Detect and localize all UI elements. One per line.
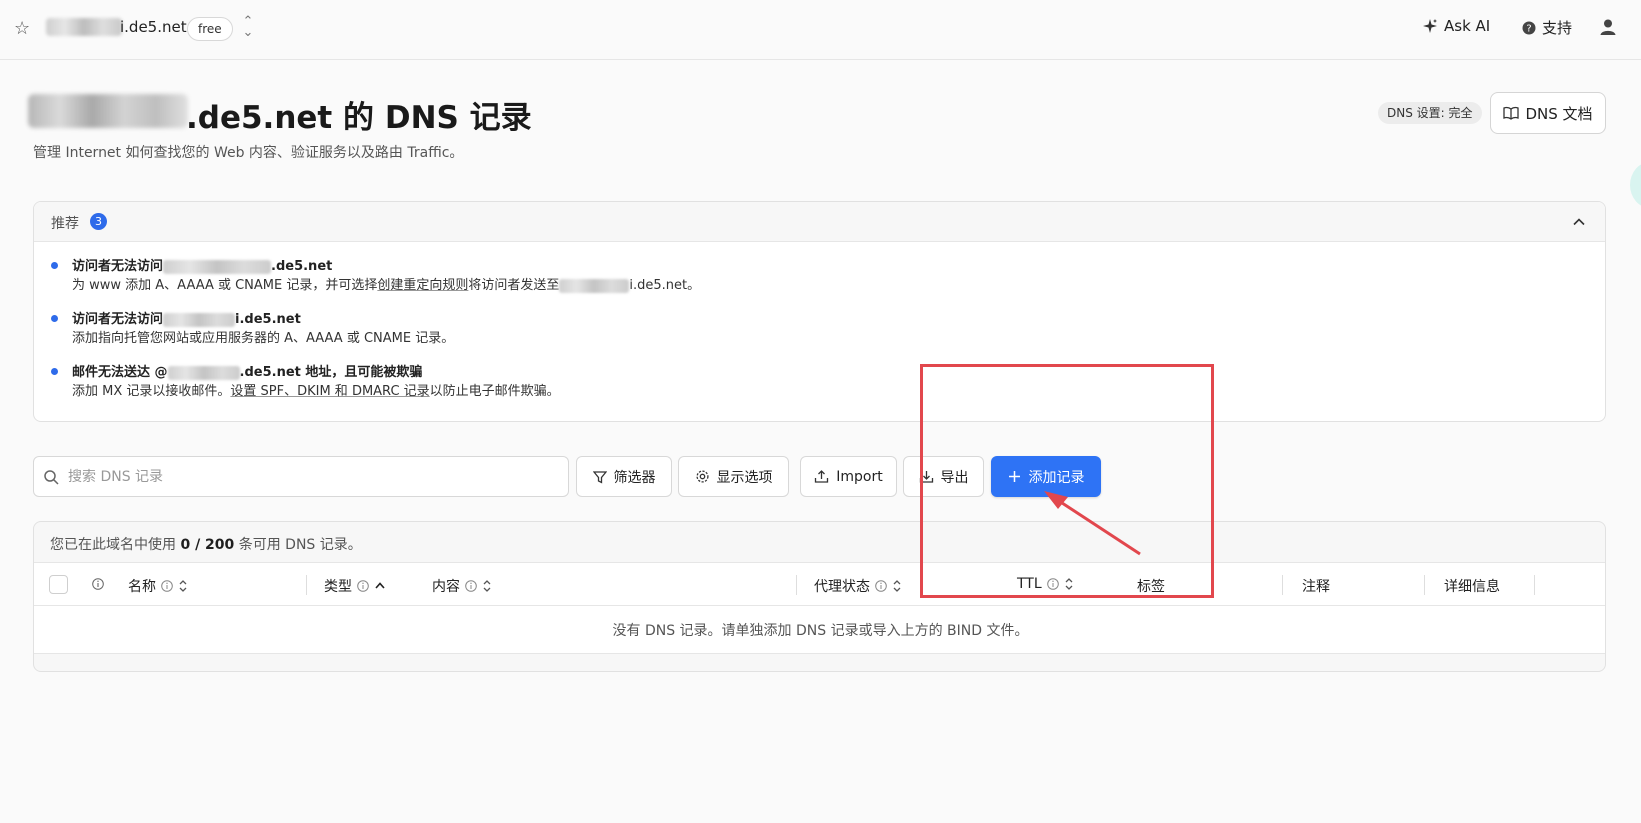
info-icon[interactable] xyxy=(161,580,173,592)
display-options-label: 显示选项 xyxy=(716,469,773,486)
select-all-checkbox[interactable] xyxy=(49,575,68,594)
top-bar: ☆ i.de5.net free ⌃ ⌄ Ask AI ? 支持 xyxy=(0,0,1641,60)
filter-button[interactable]: 筛选器 xyxy=(576,456,672,497)
column-details[interactable]: 详细信息 xyxy=(1444,576,1500,596)
side-widget[interactable] xyxy=(1630,162,1641,208)
help-icon: ? xyxy=(1522,21,1536,34)
redacted-text xyxy=(163,312,236,327)
svg-text:?: ? xyxy=(1526,23,1531,34)
empty-state-row: 没有 DNS 记录。请单独添加 DNS 记录或导入上方的 BIND 文件。 xyxy=(34,606,1605,654)
plan-badge: free xyxy=(187,17,233,41)
search-input[interactable] xyxy=(68,465,548,489)
sparkle-icon xyxy=(1423,19,1437,33)
dns-setting-badge: DNS 设置: 完全 xyxy=(1378,102,1482,124)
support-button[interactable]: ? 支持 xyxy=(1522,17,1572,38)
chevron-up-down-icon[interactable]: ⌃ ⌄ xyxy=(242,15,254,39)
recommendations-panel: 推荐 3 访问者无法访问 .de5.net 为 www 添加 A、AAAA 或 C… xyxy=(33,201,1606,422)
recommendations-label: 推荐 xyxy=(51,216,79,232)
support-label: 支持 xyxy=(1542,19,1573,37)
column-divider xyxy=(1424,575,1425,595)
ask-ai-button[interactable]: Ask AI xyxy=(1422,17,1490,35)
gear-icon xyxy=(695,470,709,483)
recommendation-desc: 为 www 添加 A、AAAA 或 CNAME 记录，并可选择创建重定向规则将访… xyxy=(72,278,701,293)
setup-spf-dkim-dmarc-link[interactable]: 设置 SPF、DKIM 和 DMARC 记录 xyxy=(230,384,429,399)
filter-icon xyxy=(592,470,607,484)
redacted-title-domain xyxy=(28,94,188,128)
search-icon xyxy=(44,470,59,485)
book-icon xyxy=(1503,106,1520,120)
recommendation-title: 邮件无法送达 @ .de5.net 地址，且可能被欺骗 xyxy=(72,365,423,380)
redacted-text xyxy=(559,278,630,293)
usage-count: 0 / 200 xyxy=(180,537,235,553)
user-icon[interactable] xyxy=(1598,17,1618,37)
sort-icon[interactable] xyxy=(178,578,188,594)
column-name[interactable]: 名称 xyxy=(128,576,188,596)
recommendation-title: 访问者无法访问 i.de5.net xyxy=(72,312,301,327)
annotation-highlight-box xyxy=(920,364,1214,598)
star-icon[interactable]: ☆ xyxy=(14,18,30,39)
sort-icon[interactable] xyxy=(892,578,902,594)
recommendations-header[interactable]: 推荐 3 xyxy=(34,202,1605,242)
dns-docs-button[interactable]: DNS 文档 xyxy=(1490,92,1606,134)
recommendation-desc: 添加指向托管您网站或应用服务器的 A、AAAA 或 CNAME 记录。 xyxy=(72,331,455,346)
search-box[interactable] xyxy=(33,456,569,497)
bullet-dot xyxy=(51,315,58,322)
bullet-dot xyxy=(51,262,58,269)
usage-text: 您已在此域名中使用 0 / 200 条可用 DNS 记录。 xyxy=(50,537,362,553)
column-divider xyxy=(1534,575,1535,595)
page-title: .de5.net 的 DNS 记录 xyxy=(186,100,532,136)
domain-name[interactable]: i.de5.net xyxy=(120,18,187,36)
empty-state-message: 没有 DNS 记录。请单独添加 DNS 记录或导入上方的 BIND 文件。 xyxy=(612,623,1029,639)
redacted-text xyxy=(163,259,272,274)
chevron-up-icon[interactable] xyxy=(1571,214,1587,230)
redacted-text xyxy=(167,365,240,380)
recommendations-count-badge: 3 xyxy=(90,213,107,230)
column-type[interactable]: 类型 xyxy=(324,576,386,596)
column-divider xyxy=(796,575,797,595)
column-divider xyxy=(306,575,307,595)
column-comment[interactable]: 注释 xyxy=(1302,576,1330,596)
sort-icon[interactable] xyxy=(482,578,492,594)
ask-ai-label: Ask AI xyxy=(1444,17,1491,35)
recommendation-title: 访问者无法访问 .de5.net xyxy=(72,259,333,274)
column-proxy-status[interactable]: 代理状态 xyxy=(814,576,902,596)
import-label: Import xyxy=(836,468,883,485)
column-divider xyxy=(1282,575,1283,595)
info-icon[interactable] xyxy=(875,580,887,592)
recommendation-desc: 添加 MX 记录以接收邮件。设置 SPF、DKIM 和 DMARC 记录以防止电… xyxy=(72,384,560,399)
dns-docs-label: DNS 文档 xyxy=(1525,104,1593,123)
info-icon[interactable] xyxy=(357,580,369,592)
table-header: 名称 类型 内容 代理状态 TTL 标签 注释 详细信息 xyxy=(34,562,1605,606)
dns-records-table: 您已在此域名中使用 0 / 200 条可用 DNS 记录。 名称 类型 内容 代… xyxy=(33,521,1606,672)
page-subtitle: 管理 Internet 如何查找您的 Web 内容、验证服务以及路由 Traff… xyxy=(33,145,464,161)
column-content[interactable]: 内容 xyxy=(432,576,492,596)
info-icon[interactable] xyxy=(92,578,104,590)
create-redirect-rule-link[interactable]: 创建重定向规则 xyxy=(377,278,468,293)
annotation-arrow xyxy=(1044,491,1141,556)
sort-ascending-icon[interactable] xyxy=(374,578,386,594)
display-options-button[interactable]: 显示选项 xyxy=(678,456,789,497)
import-button[interactable]: Import xyxy=(800,456,897,497)
upload-icon xyxy=(815,470,829,483)
redacted-domain xyxy=(46,18,122,36)
filter-label: 筛选器 xyxy=(613,469,656,486)
bullet-dot xyxy=(51,368,58,375)
info-icon[interactable] xyxy=(465,580,477,592)
